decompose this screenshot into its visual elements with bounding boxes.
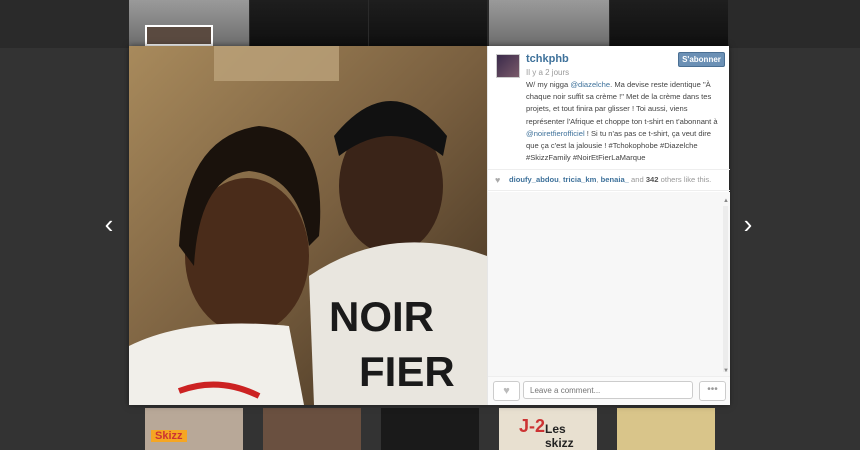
- thumbnail[interactable]: [263, 408, 361, 450]
- post-caption: W/ my nigga @diazelche. Ma devise reste …: [526, 79, 724, 164]
- thumbnail[interactable]: J-2 Les skizz: [499, 408, 597, 450]
- comment-footer: ♥ •••: [488, 376, 730, 405]
- comments-scrollbar[interactable]: [723, 206, 728, 372]
- post-header: tchkphb S'abonner Il y a 2 jours W/ my n…: [488, 46, 730, 168]
- liker-link[interactable]: benaia_: [601, 175, 629, 184]
- thumbnail[interactable]: [250, 0, 368, 48]
- likes-summary: dioufy_abdou, tricia_km, benaia_ and 342…: [509, 175, 712, 184]
- like-button[interactable]: ♥: [493, 381, 520, 401]
- more-options-button[interactable]: •••: [699, 381, 726, 401]
- liker-link[interactable]: dioufy_abdou: [509, 175, 559, 184]
- comments-area: ▲ ▼: [488, 192, 730, 376]
- mention-link[interactable]: @diazelche: [570, 80, 610, 89]
- caption-text: W/ my nigga: [526, 80, 571, 89]
- thumbnail[interactable]: [617, 408, 715, 450]
- username-link[interactable]: tchkphb: [526, 53, 569, 65]
- comment-input[interactable]: [523, 381, 693, 399]
- shirt-print: NOIR: [329, 293, 434, 340]
- likes-and: and: [631, 175, 644, 184]
- liker-link[interactable]: tricia_km: [563, 175, 596, 184]
- more-options-icon: •••: [707, 384, 718, 395]
- likes-count[interactable]: 342: [646, 175, 659, 184]
- mention-link[interactable]: @noiretfierofficiel: [526, 129, 585, 138]
- selected-thumbnail[interactable]: [145, 25, 213, 46]
- post-photo: NOIR FIER: [129, 46, 487, 405]
- post-sidebar: tchkphb S'abonner Il y a 2 jours W/ my n…: [487, 46, 730, 405]
- follow-button[interactable]: S'abonner: [678, 52, 725, 67]
- thumbnail-label: Skizz: [151, 430, 187, 442]
- previous-arrow-icon[interactable]: ‹: [99, 211, 119, 237]
- thumbnail[interactable]: [610, 0, 728, 48]
- thumbnail-label: Les skizz: [545, 422, 574, 450]
- heart-icon: ♥: [503, 385, 510, 397]
- scroll-down-icon[interactable]: ▼: [723, 368, 729, 374]
- next-arrow-icon[interactable]: ›: [738, 211, 758, 237]
- likes-suffix: others like this.: [660, 175, 712, 184]
- thumbnail[interactable]: [381, 408, 479, 450]
- post-modal: NOIR FIER tchkphb S'abonner Il y a 2 jou…: [129, 46, 730, 405]
- top-thumbnail-strip: [0, 0, 860, 48]
- thumbnail[interactable]: [489, 0, 609, 48]
- thumbnail[interactable]: Skizz: [145, 408, 243, 450]
- scroll-up-icon[interactable]: ▲: [723, 198, 729, 204]
- thumbnail[interactable]: [369, 0, 487, 48]
- thumbnail-label: J-2: [519, 416, 546, 436]
- likes-bar: ♥ dioufy_abdou, tricia_km, benaia_ and 3…: [488, 169, 730, 191]
- avatar[interactable]: [496, 54, 520, 78]
- post-timestamp: Il y a 2 jours: [526, 68, 570, 77]
- heart-icon: ♥: [495, 175, 501, 185]
- shirt-print: FIER: [359, 348, 455, 395]
